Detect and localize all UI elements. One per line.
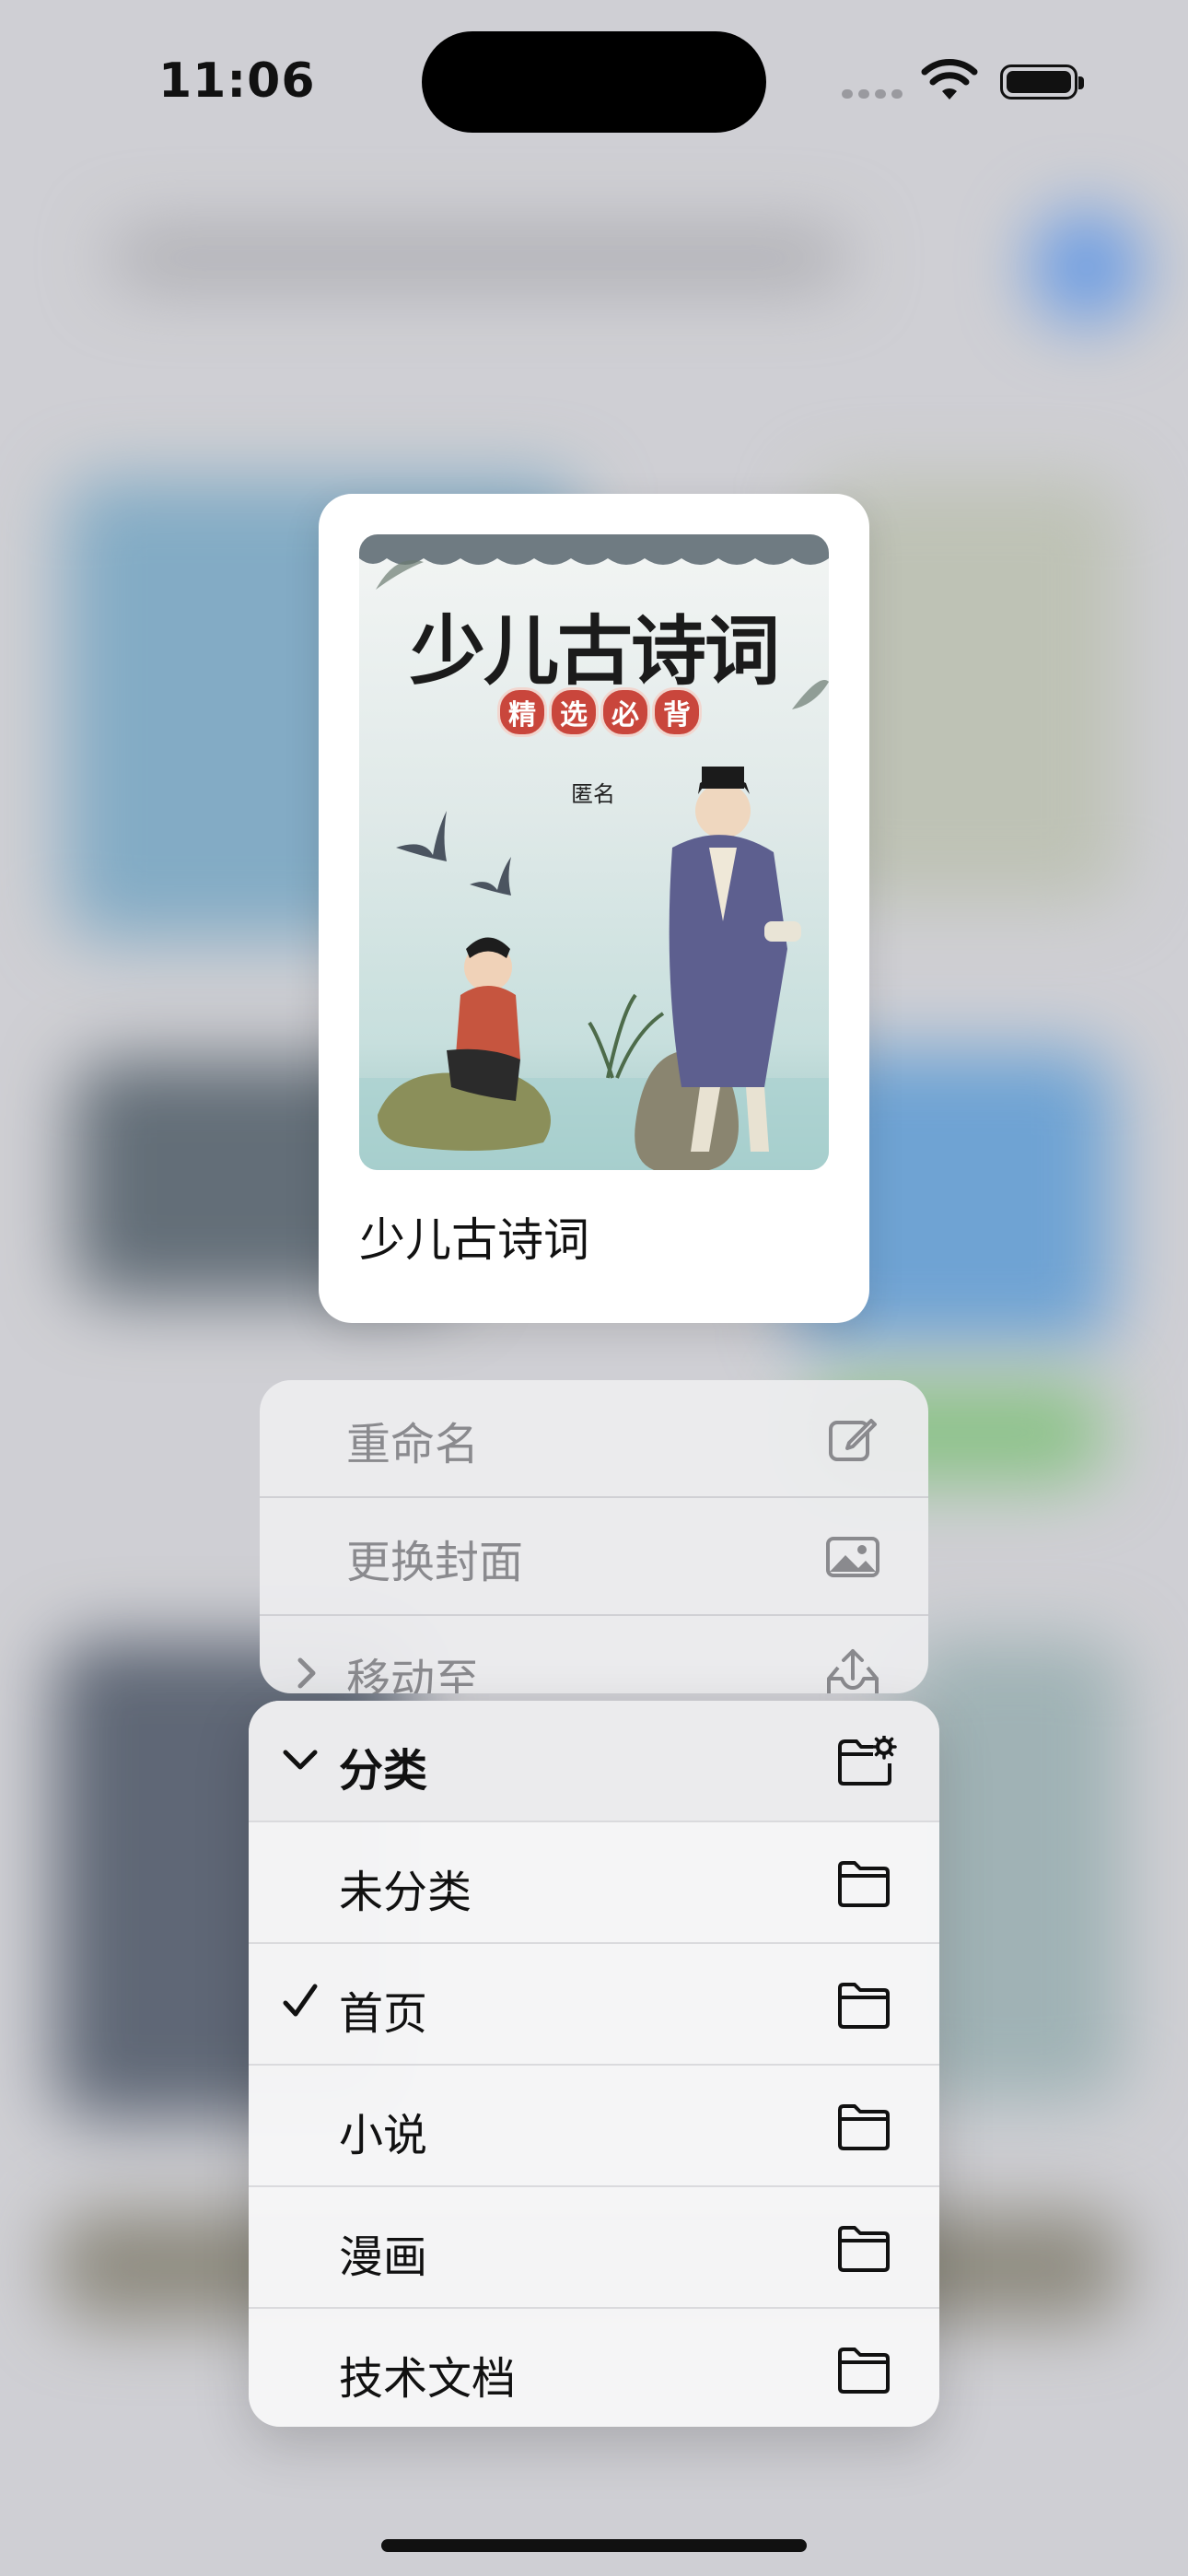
battery-icon bbox=[1000, 64, 1084, 100]
cover-badge: 背 bbox=[652, 687, 702, 737]
move-to-submenu: 分类 未分类 首页 小说 漫画 技术文档 bbox=[249, 1701, 939, 2427]
book-title: 少儿古诗词 bbox=[359, 1213, 589, 1267]
tray-and-arrow-up-icon bbox=[825, 1647, 880, 1693]
folder-badge-gear-icon bbox=[836, 1734, 897, 1787]
submenu-item-label: 未分类 bbox=[339, 1867, 472, 1918]
submenu-item-label: 技术文档 bbox=[339, 2353, 517, 2405]
menu-item-label: 更换封面 bbox=[346, 1537, 524, 1588]
wifi-icon bbox=[921, 59, 978, 107]
cover-badge: 必 bbox=[600, 687, 650, 737]
menu-item-change-cover[interactable]: 更换封面 bbox=[260, 1498, 928, 1616]
chevron-right-icon bbox=[293, 1655, 320, 1693]
cover-title: 少儿古诗词 bbox=[409, 607, 780, 696]
submenu-item-comics[interactable]: 漫画 bbox=[249, 2187, 939, 2309]
cover-badges: 精 选 必 背 bbox=[497, 687, 702, 737]
folder-icon bbox=[836, 2344, 891, 2395]
menu-item-move-to[interactable]: 移动至 bbox=[260, 1616, 928, 1693]
cover-author: 匿名 bbox=[571, 781, 615, 807]
submenu-header-category[interactable]: 分类 bbox=[249, 1701, 939, 1822]
submenu-item-home[interactable]: 首页 bbox=[249, 1944, 939, 2066]
folder-icon bbox=[836, 2101, 891, 2152]
home-indicator[interactable] bbox=[381, 2539, 807, 2552]
chevron-down-icon bbox=[280, 1736, 320, 1786]
submenu-header-label: 分类 bbox=[339, 1745, 428, 1797]
cover-badge: 选 bbox=[549, 687, 599, 737]
cellular-signal-icon bbox=[842, 85, 908, 102]
folder-icon bbox=[836, 1979, 891, 2031]
folder-icon bbox=[836, 2222, 891, 2274]
submenu-item-label: 首页 bbox=[339, 1988, 428, 2040]
book-cover: 少儿古诗词 精 选 必 背 匿名 bbox=[359, 534, 829, 1170]
cover-badge: 精 bbox=[497, 687, 547, 737]
menu-item-label: 移动至 bbox=[346, 1655, 480, 1693]
submenu-item-label: 小说 bbox=[339, 2110, 428, 2161]
menu-item-label: 重命名 bbox=[346, 1419, 480, 1470]
submenu-item-tech-docs[interactable]: 技术文档 bbox=[249, 2309, 939, 2427]
submenu-item-uncategorized[interactable]: 未分类 bbox=[249, 1822, 939, 1944]
dynamic-island bbox=[422, 31, 766, 133]
status-time: 11:06 bbox=[158, 53, 316, 109]
submenu-item-label: 漫画 bbox=[339, 2231, 428, 2283]
context-menu: 重命名 更换封面 移动至 bbox=[260, 1380, 928, 1693]
submenu-item-novel[interactable]: 小说 bbox=[249, 2066, 939, 2187]
photo-icon bbox=[825, 1529, 880, 1585]
square-and-pencil-icon bbox=[825, 1411, 880, 1467]
menu-item-rename[interactable]: 重命名 bbox=[260, 1380, 928, 1498]
folder-icon bbox=[836, 1857, 891, 1909]
book-preview-card[interactable]: 少儿古诗词 精 选 必 背 匿名 少儿古诗词 bbox=[319, 494, 869, 1323]
checkmark-icon bbox=[280, 1979, 320, 2029]
